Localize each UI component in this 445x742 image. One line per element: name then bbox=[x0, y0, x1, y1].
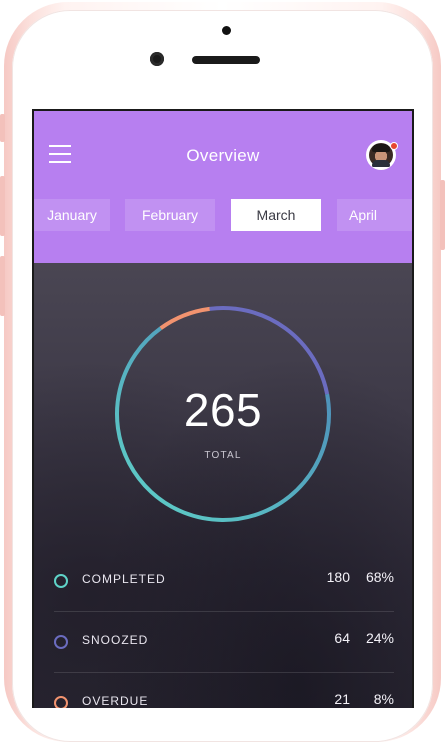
total-value: 265 bbox=[183, 384, 263, 436]
header: Overview January February March April bbox=[34, 111, 412, 263]
list-item-overdue[interactable]: OVERDUE 21 8% bbox=[54, 673, 394, 708]
tab-february[interactable]: February bbox=[125, 199, 215, 231]
completed-label: COMPLETED bbox=[82, 572, 166, 586]
stats-panel: 265 TOTAL COMPLETED 180 68% SNOOZED 64 2… bbox=[34, 263, 412, 708]
completed-percent: 68% bbox=[365, 569, 394, 585]
app-screen: Overview January February March April 26… bbox=[32, 109, 414, 708]
tab-april[interactable]: April bbox=[337, 199, 412, 231]
notification-dot bbox=[390, 142, 398, 150]
volume-down-button bbox=[0, 256, 5, 316]
list-item-completed[interactable]: COMPLETED 180 68% bbox=[54, 551, 394, 611]
volume-up-button bbox=[0, 176, 5, 236]
tab-january[interactable]: January bbox=[34, 199, 110, 231]
overdue-count: 21 bbox=[334, 691, 350, 707]
avatar-shirt bbox=[372, 160, 390, 167]
snoozed-status-icon bbox=[54, 635, 68, 649]
page-title: Overview bbox=[186, 146, 260, 165]
snoozed-percent: 24% bbox=[365, 630, 394, 646]
completed-count: 180 bbox=[326, 569, 350, 585]
front-camera bbox=[150, 52, 164, 66]
avatar-hair bbox=[372, 144, 390, 152]
donut-segment-overdue bbox=[159, 306, 210, 330]
earpiece-speaker bbox=[192, 56, 260, 64]
tab-march[interactable]: March bbox=[231, 199, 321, 231]
total-label: TOTAL bbox=[204, 450, 242, 461]
snoozed-label: SNOOZED bbox=[82, 633, 149, 647]
mute-switch bbox=[0, 114, 5, 142]
donut-segment-snoozed bbox=[209, 306, 330, 395]
completed-status-icon bbox=[54, 574, 68, 588]
list-item-snoozed[interactable]: SNOOZED 64 24% bbox=[54, 612, 394, 672]
front-sensor bbox=[222, 26, 231, 35]
overdue-percent: 8% bbox=[373, 691, 394, 707]
power-button bbox=[440, 180, 445, 250]
overdue-label: OVERDUE bbox=[82, 694, 149, 708]
overdue-status-icon bbox=[54, 696, 68, 708]
month-tabs: January February March April bbox=[34, 199, 412, 231]
snoozed-count: 64 bbox=[334, 630, 350, 646]
